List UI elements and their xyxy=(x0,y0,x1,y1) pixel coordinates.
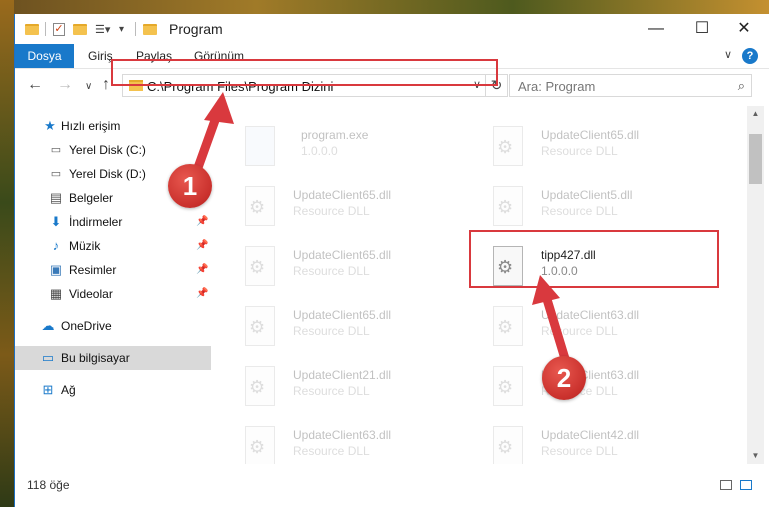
annotation-arrows xyxy=(190,92,571,367)
arrow-1 xyxy=(190,92,234,181)
arrow-2 xyxy=(532,275,571,367)
callout-step-2: 2 xyxy=(542,356,586,400)
callout-step-1: 1 xyxy=(168,164,212,208)
